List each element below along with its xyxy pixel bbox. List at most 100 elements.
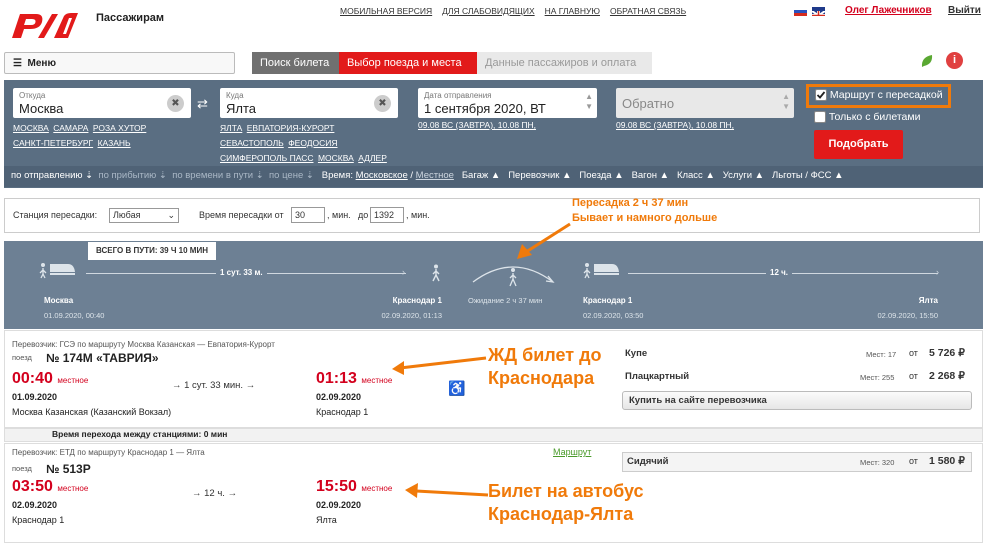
filter-car[interactable]: Вагон ▲ bbox=[632, 170, 669, 181]
from-field[interactable]: Откуда Москва ✖ bbox=[13, 88, 191, 118]
quick-to-yalta[interactable]: ЯЛТА bbox=[220, 123, 242, 133]
return-spinner-icon[interactable]: ▲ ▼ bbox=[782, 92, 790, 112]
train1-coupe-price[interactable]: 5 726 ₽ bbox=[929, 347, 965, 359]
annotation-transfer-1: Пересадка 2 ч 37 мин bbox=[572, 197, 689, 209]
train1-platskart-price[interactable]: 2 268 ₽ bbox=[929, 370, 965, 382]
sort-by-departure[interactable]: по отправлению ⇣ bbox=[11, 170, 93, 181]
total-travel-time: ВСЕГО В ПУТИ: 39 Ч 10 МИН bbox=[88, 242, 216, 260]
to-label: до bbox=[358, 210, 369, 220]
route-transfer-arrival-datetime: 02.09.2020, 01:13 bbox=[381, 311, 442, 320]
max-transfer-input[interactable]: 1392 bbox=[370, 207, 404, 223]
annotation-transfer-2: Бывает и намного дольше bbox=[572, 212, 718, 224]
clear-to-icon[interactable]: ✖ bbox=[374, 95, 391, 112]
train2-number[interactable]: № 513Р bbox=[46, 462, 91, 476]
filter-carrier[interactable]: Перевозчик ▲ bbox=[508, 170, 571, 181]
transfer-route-label: Маршрут с пересадкой bbox=[829, 89, 943, 101]
booking-steps: Поиск билета Выбор поезда и места Данные… bbox=[252, 52, 652, 74]
quick-to-simferopol[interactable]: СИМФЕРОПОЛЬ ПАСС bbox=[220, 153, 313, 163]
train1-arrival: 01:13 местное bbox=[316, 370, 393, 387]
train1-platskart-from: от bbox=[909, 371, 918, 381]
menu-button[interactable]: ☰ Меню bbox=[4, 52, 235, 74]
to-field[interactable]: Куда Ялта ✖ bbox=[220, 88, 398, 118]
filter-trains[interactable]: Поезда ▲ bbox=[579, 170, 623, 181]
annotation-arrow-bus bbox=[405, 483, 489, 498]
annotation-arrow-transfer bbox=[517, 222, 571, 259]
quick-from-roza[interactable]: РОЗА ХУТОР bbox=[93, 123, 146, 133]
station-label: Станция пересадки: bbox=[13, 210, 98, 220]
train1-dep-date: 01.09.2020 bbox=[12, 392, 58, 402]
from-label: Откуда bbox=[19, 91, 46, 100]
quick-to-moscow[interactable]: МОСКВА bbox=[318, 153, 354, 163]
time-moscow-link[interactable]: Московское bbox=[356, 170, 408, 181]
low-vision-link[interactable]: ДЛЯ СЛАБОВИДЯЩИХ bbox=[442, 6, 534, 16]
feedback-link[interactable]: ОБРАТНАЯ СВЯЗЬ bbox=[610, 6, 686, 16]
train1-number[interactable]: № 174М «ТАВРИЯ» bbox=[46, 351, 159, 365]
train2-class-seated[interactable]: Сидячий bbox=[627, 456, 668, 467]
quick-from-spb[interactable]: САНКТ-ПЕТЕРБУРГ bbox=[13, 138, 93, 148]
return-date-field[interactable]: Обратно ▲ ▼ bbox=[616, 88, 794, 118]
quick-to-sevastopol[interactable]: СЕВАСТОПОЛЬ bbox=[220, 138, 284, 148]
train1-class-coupe[interactable]: Купе bbox=[625, 348, 647, 359]
sort-by-travel-time[interactable]: по времени в пути ⇣ bbox=[172, 170, 264, 181]
from-quick-links: МОСКВА САМАРА РОЗА ХУТОР САНКТ-ПЕТЕРБУРГ… bbox=[13, 120, 213, 150]
transfer-route-checkbox[interactable]: Маршрут с пересадкой bbox=[806, 84, 951, 108]
filter-benefits[interactable]: Льготы / ФСС ▲ bbox=[772, 170, 844, 181]
train2-arrival: 15:50 местное bbox=[316, 478, 393, 495]
info-icon[interactable]: i bbox=[946, 52, 963, 69]
russian-flag-icon[interactable] bbox=[794, 7, 807, 16]
train1-kind: поезд bbox=[12, 353, 32, 362]
quick-from-kazan[interactable]: КАЗАНЬ bbox=[98, 138, 131, 148]
home-link[interactable]: НА ГЛАВНУЮ bbox=[545, 6, 600, 16]
train2-seated-price[interactable]: 1 580 ₽ bbox=[929, 455, 965, 467]
route-transfer-departure-name: Краснодар 1 bbox=[583, 296, 633, 305]
checkmark-icon bbox=[815, 89, 827, 102]
annotation-arrow-train bbox=[392, 356, 487, 375]
segment2-duration: 12 ч. bbox=[766, 268, 792, 277]
train1-duration: → 1 сут. 33 мин. → bbox=[172, 380, 256, 391]
leaf-icon[interactable] bbox=[920, 54, 934, 68]
train1-class-platskart[interactable]: Плацкартный bbox=[625, 371, 689, 382]
quick-from-moscow[interactable]: МОСКВА bbox=[13, 123, 49, 133]
date-field[interactable]: Дата отправления 1 сентября 2020, ВТ ▲ ▼ bbox=[418, 88, 597, 118]
route-transfer-departure-datetime: 02.09.2020, 03:50 bbox=[583, 311, 644, 320]
rzd-logo[interactable] bbox=[8, 8, 83, 46]
sort-by-arrival[interactable]: по прибытию ⇣ bbox=[98, 170, 166, 181]
sort-by-price[interactable]: по цене ⇣ bbox=[269, 170, 314, 181]
clear-from-icon[interactable]: ✖ bbox=[167, 95, 184, 112]
user-name-link[interactable]: Олег Лажечников bbox=[845, 5, 932, 16]
quick-to-evpatoria[interactable]: ЕВПАТОРИЯ-КУРОРТ bbox=[247, 123, 335, 133]
swap-icon[interactable]: ⇄ bbox=[197, 96, 208, 112]
filter-services[interactable]: Услуги ▲ bbox=[723, 170, 764, 181]
min-transfer-input[interactable]: 30 bbox=[291, 207, 325, 223]
min-unit-1: , мин. bbox=[327, 210, 351, 220]
uk-flag-icon[interactable] bbox=[812, 7, 825, 16]
train2-seated-from: от bbox=[909, 456, 918, 466]
return-quick-links[interactable]: 09.08 ВС (завтра), 10.08 ПН, bbox=[616, 120, 734, 130]
to-value: Ялта bbox=[226, 101, 257, 116]
train-icon bbox=[39, 263, 75, 279]
train1-platskart-seats: Мест: 255 bbox=[860, 373, 895, 382]
train2-departure: 03:50 местное bbox=[12, 478, 89, 495]
train2-route-link[interactable]: Маршрут bbox=[553, 447, 591, 457]
quick-to-feodosia[interactable]: ФЕОДОСИЯ bbox=[288, 138, 337, 148]
buy-on-carrier-site-button[interactable]: Купить на сайте перевозчика bbox=[622, 391, 972, 410]
only-tickets-checkbox[interactable]: Только с билетами bbox=[814, 111, 920, 124]
sort-filter-bar: по отправлению ⇣ по прибытию ⇣ по времен… bbox=[4, 166, 983, 187]
mobile-version-link[interactable]: МОБИЛЬНАЯ ВЕРСИЯ bbox=[340, 6, 432, 16]
date-spinner-icon[interactable]: ▲ ▼ bbox=[585, 92, 593, 112]
train2-kind: поезд bbox=[12, 464, 32, 473]
quick-from-samara[interactable]: САМАРА bbox=[53, 123, 88, 133]
filter-baggage[interactable]: Багаж ▲ bbox=[462, 170, 500, 181]
arrow-right-icon: › bbox=[402, 267, 405, 277]
station-select[interactable]: Любая ⌄ bbox=[109, 208, 179, 223]
step-search[interactable]: Поиск билета bbox=[252, 52, 339, 74]
logout-link[interactable]: Выйти bbox=[948, 5, 981, 16]
train2-class-row[interactable] bbox=[622, 452, 972, 472]
train2-seated-seats: Мест: 320 bbox=[860, 458, 895, 467]
date-label: Дата отправления bbox=[424, 91, 492, 100]
filter-class[interactable]: Класс ▲ bbox=[677, 170, 715, 181]
find-button[interactable]: Подобрать bbox=[814, 130, 903, 159]
time-local-link[interactable]: Местное bbox=[416, 170, 454, 181]
quick-to-adler[interactable]: АДЛЕР bbox=[358, 153, 387, 163]
date-quick-links[interactable]: 09.08 ВС (завтра), 10.08 ПН, bbox=[418, 120, 536, 130]
